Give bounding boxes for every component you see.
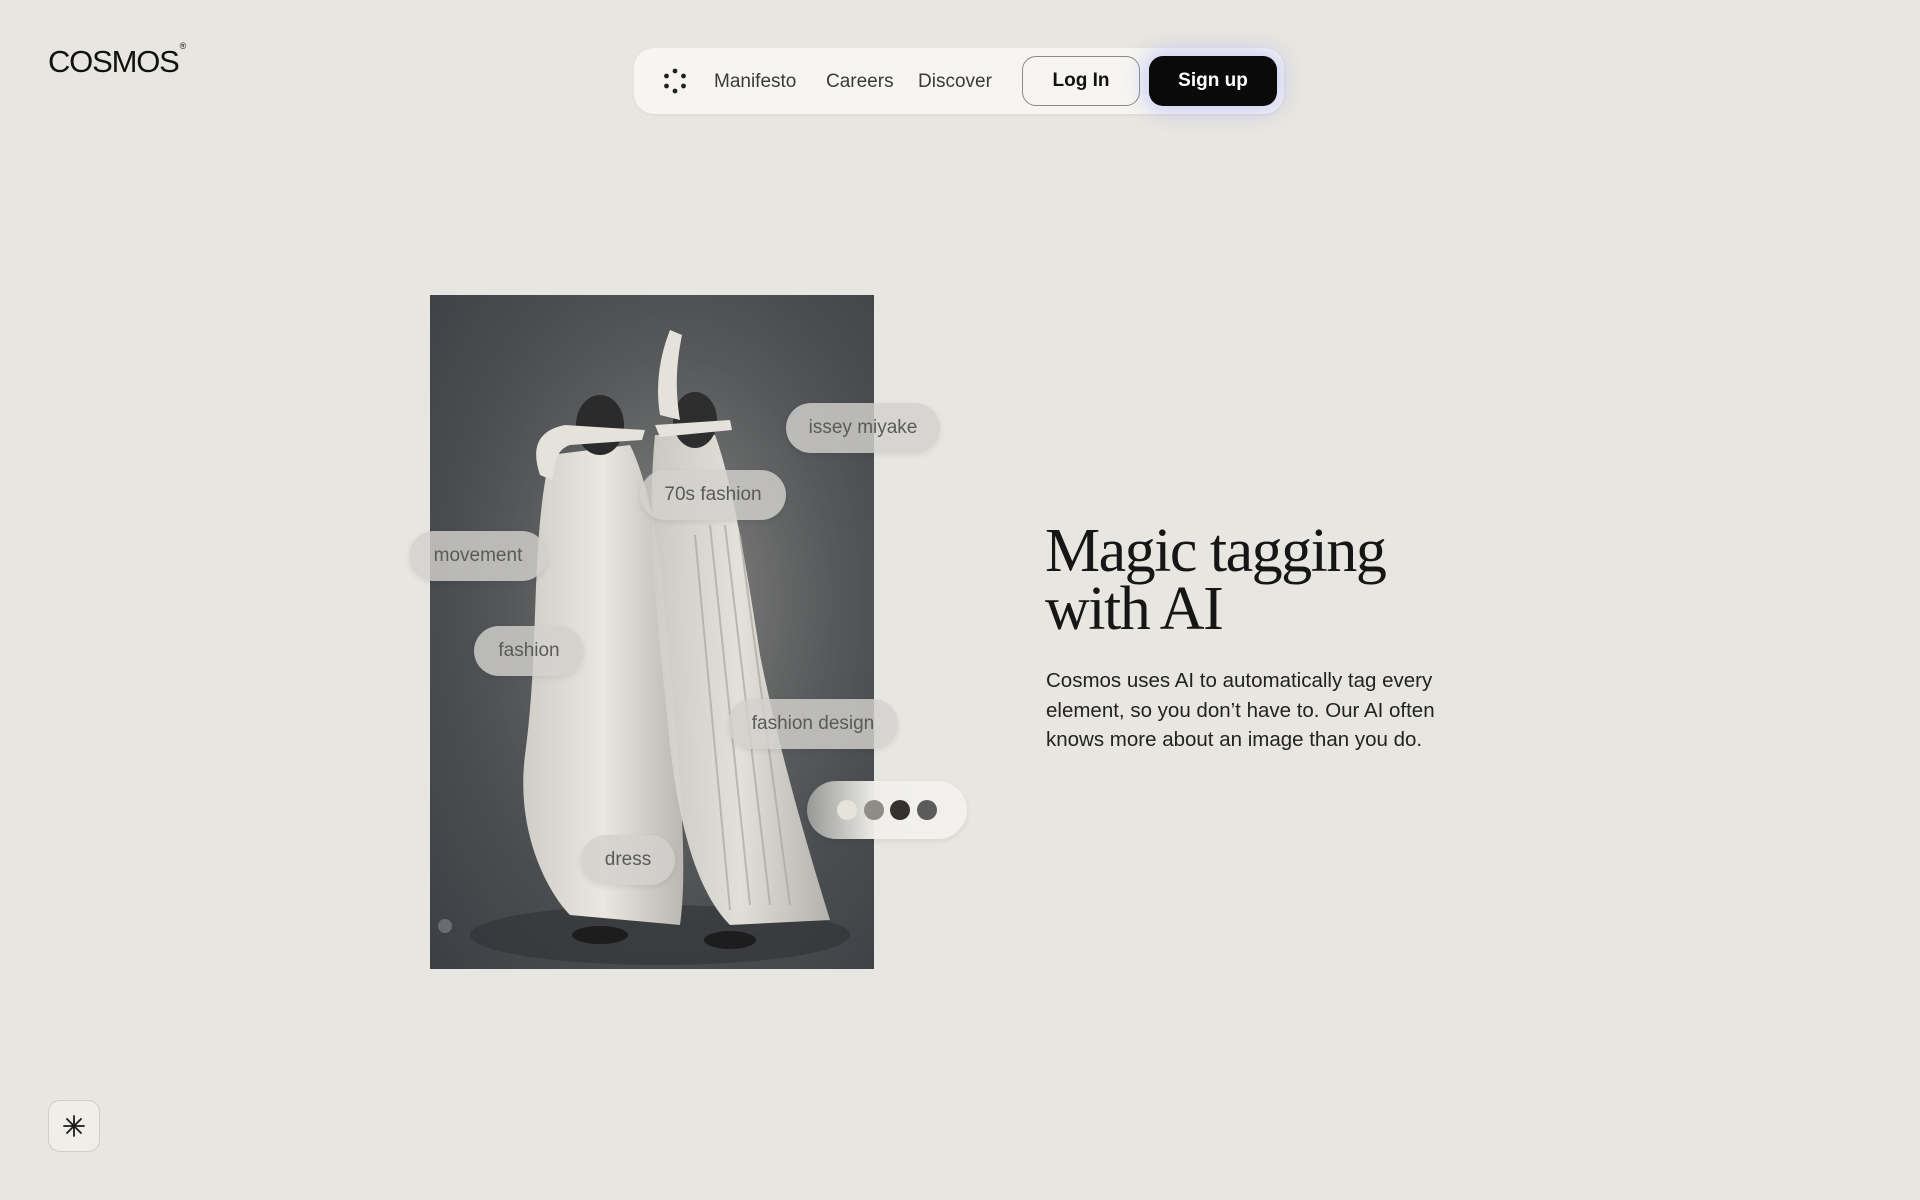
nav-link-careers[interactable]: Careers: [826, 71, 894, 93]
sparkle-button[interactable]: [48, 1100, 100, 1152]
tag-70s-fashion[interactable]: 70s fashion: [640, 470, 786, 520]
sparkle-icon: [63, 1115, 85, 1137]
tag-issey-miyake[interactable]: issey miyake: [786, 403, 940, 453]
logo-text: COSMOS: [48, 44, 180, 79]
tag-movement[interactable]: movement: [409, 531, 547, 581]
palette-swatch[interactable]: [864, 800, 884, 820]
registered-mark: ®: [179, 40, 187, 51]
signup-button[interactable]: Sign up: [1149, 56, 1277, 106]
tag-dress[interactable]: dress: [581, 835, 675, 885]
color-palette: [807, 781, 967, 839]
palette-swatch[interactable]: [837, 800, 857, 820]
tag-fashion-design[interactable]: fashion design: [728, 699, 898, 749]
nav-link-manifesto[interactable]: Manifesto: [714, 71, 796, 93]
palette-swatch[interactable]: [890, 800, 910, 820]
login-button[interactable]: Log In: [1022, 56, 1140, 106]
dots-circle-icon[interactable]: [662, 68, 688, 94]
nav-link-discover[interactable]: Discover: [918, 71, 992, 93]
feature-headline: Magic tagging with AI: [1045, 517, 1387, 643]
top-nav: Manifesto Careers Discover Log In Sign u…: [634, 48, 1284, 114]
cosmos-logo[interactable]: COSMOS®: [48, 40, 187, 80]
tag-fashion[interactable]: fashion: [474, 626, 584, 676]
photo-indicator-dot[interactable]: [438, 919, 452, 933]
feature-description: Cosmos uses AI to automatically tag ever…: [1046, 669, 1435, 751]
palette-swatch[interactable]: [917, 800, 937, 820]
